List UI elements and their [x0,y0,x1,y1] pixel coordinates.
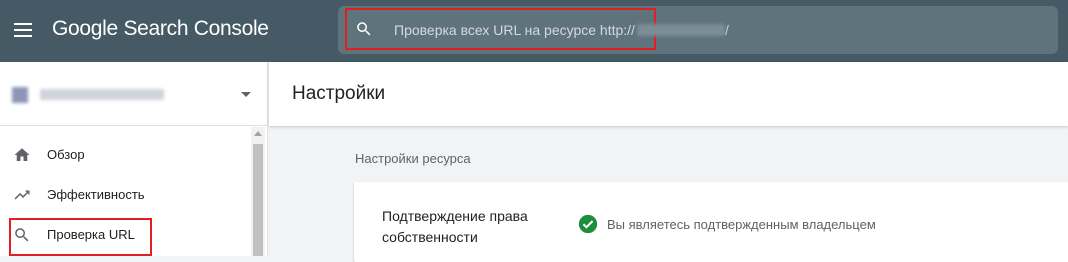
section-title: Настройки ресурса [355,151,471,166]
ownership-status: Вы являетесь подтвержденным владельцем [607,217,876,232]
sidebar-item-label: Эффективность [47,187,145,202]
chevron-down-icon[interactable] [241,92,251,97]
trending-up-icon [14,190,30,200]
menu-icon[interactable] [14,23,32,37]
logo-google: Google [52,17,118,40]
app-logo[interactable]: Google Search Console [52,17,269,41]
ownership-label: Подтверждение права собственности [382,208,528,245]
top-app-bar: Google Search Console Проверка всех URL … [0,0,1068,62]
sidebar-item-overview[interactable]: Обзор [0,136,250,174]
home-icon [14,148,30,161]
main-content: Настройки Настройки ресурса Подтверждени… [269,62,1068,262]
property-settings-card: Подтверждение права собственности Вы явл… [354,182,1068,262]
sidebar-scrollbar[interactable] [251,127,265,256]
scrollbar-thumb[interactable] [253,144,263,256]
logo-product: Search Console [123,17,269,40]
sidebar-item-performance[interactable]: Эффективность [0,176,250,214]
url-inspection-highlight-frame [9,218,152,256]
property-selector[interactable] [0,62,268,126]
page-title: Настройки [292,83,386,104]
page-header: Настройки [269,62,1068,126]
search-icon[interactable] [355,20,373,38]
search-suffix: / [724,22,729,38]
sidebar-item-label: Обзор [47,147,85,162]
scroll-up-arrow-icon[interactable] [254,131,262,136]
check-circle-icon [578,214,598,234]
search-input[interactable]: Проверка всех URL на ресурсе http:// / [394,22,729,38]
property-name-redacted [40,89,164,100]
redacted-domain [636,24,725,36]
search-placeholder: Проверка всех URL на ресурсе http:// [394,22,635,38]
sidebar: Обзор Эффективность Проверка URL [0,62,268,256]
property-favicon [12,87,28,103]
